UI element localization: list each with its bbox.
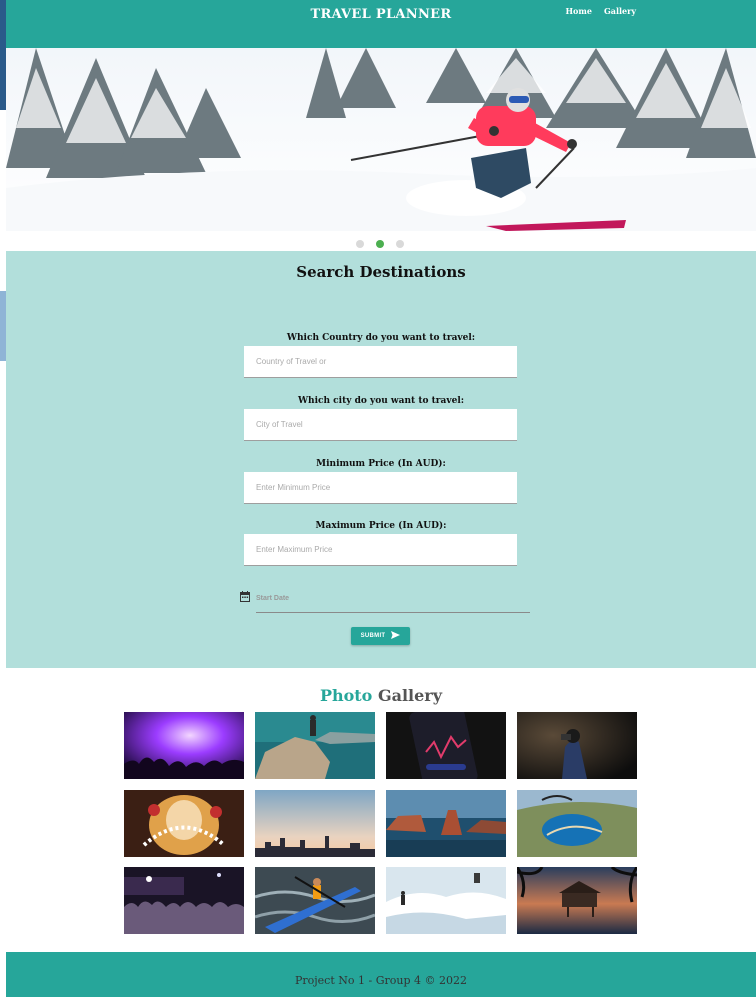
navbar: TRAVEL PLANNER Home Gallery bbox=[6, 0, 756, 48]
submit-button[interactable]: SUBMIT bbox=[351, 627, 410, 645]
brand-logo[interactable]: TRAVEL PLANNER bbox=[6, 7, 756, 22]
min-price-input[interactable] bbox=[244, 472, 517, 504]
nav-links: Home Gallery bbox=[566, 6, 637, 16]
carousel-indicator-3[interactable] bbox=[396, 240, 404, 248]
search-section: Search Destinations Which Country do you… bbox=[6, 251, 756, 668]
carousel-indicator-2[interactable] bbox=[376, 240, 384, 248]
hero-carousel[interactable] bbox=[6, 48, 756, 231]
country-label: Which Country do you want to travel: bbox=[286, 333, 476, 343]
gallery-photo-phone-chart[interactable] bbox=[386, 712, 506, 779]
nav-link-home[interactable]: Home bbox=[566, 6, 592, 16]
gallery-photo-paraglider-bay[interactable] bbox=[517, 790, 637, 857]
gallery-photo-sea-rocks[interactable] bbox=[386, 790, 506, 857]
gallery-photo-skyline[interactable] bbox=[255, 790, 375, 857]
max-price-label: Maximum Price (In AUD): bbox=[315, 521, 447, 531]
hero-image-skier bbox=[6, 48, 756, 231]
city-label: Which city do you want to travel: bbox=[297, 396, 465, 406]
gallery-photo-cliff-hiker[interactable] bbox=[255, 712, 375, 779]
search-title: Search Destinations bbox=[296, 263, 466, 281]
gallery-photo-festival[interactable] bbox=[124, 790, 244, 857]
gallery-photo-concert-crowd[interactable] bbox=[124, 867, 244, 934]
carousel-indicators bbox=[6, 231, 756, 251]
send-icon bbox=[391, 631, 401, 641]
gallery-photo-photographer[interactable] bbox=[517, 712, 637, 779]
gallery-photo-pier-sunset[interactable] bbox=[517, 867, 637, 934]
footer-copyright: Project No 1 - Group 4 © 2022 bbox=[294, 974, 467, 987]
carousel-indicator-1[interactable] bbox=[356, 240, 364, 248]
gallery-title: Photo Gallery bbox=[6, 686, 756, 705]
footer: Project No 1 - Group 4 © 2022 bbox=[6, 952, 756, 997]
gallery-title-accent: Photo bbox=[319, 686, 373, 705]
nav-link-gallery[interactable]: Gallery bbox=[604, 6, 636, 16]
min-price-label: Minimum Price (In AUD): bbox=[316, 459, 446, 469]
gallery-photo-concert[interactable] bbox=[124, 712, 244, 779]
gallery-photo-snowboarder[interactable] bbox=[386, 867, 506, 934]
submit-label: SUBMIT bbox=[360, 633, 386, 639]
calendar-icon[interactable] bbox=[240, 587, 250, 606]
page: TRAVEL PLANNER Home Gallery Search Desti… bbox=[6, 0, 756, 997]
country-input[interactable] bbox=[244, 346, 517, 378]
gallery-photo-kayak[interactable] bbox=[255, 867, 375, 934]
gallery-title-rest: Gallery bbox=[377, 686, 443, 705]
start-date-input[interactable] bbox=[256, 585, 530, 613]
city-input[interactable] bbox=[244, 409, 517, 441]
max-price-input[interactable] bbox=[244, 534, 517, 566]
